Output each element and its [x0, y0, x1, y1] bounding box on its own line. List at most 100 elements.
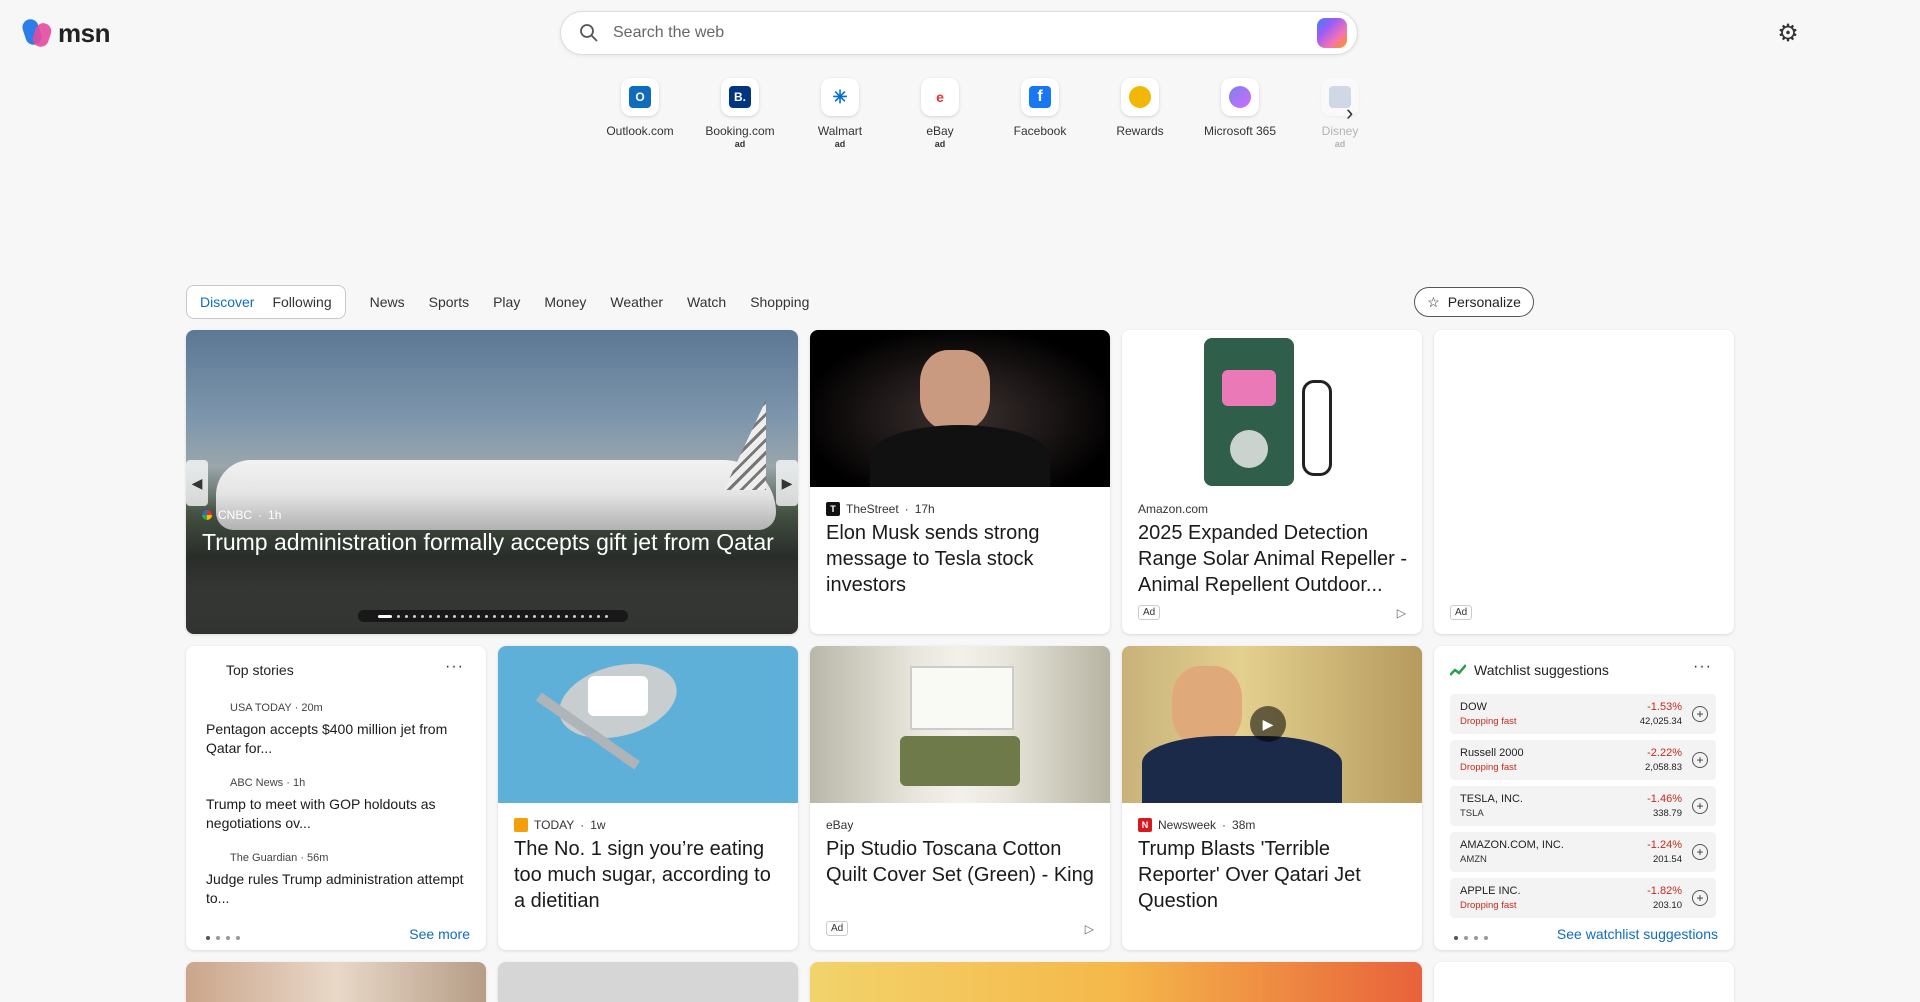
settings-gear-icon[interactable]: ⚙ [1774, 20, 1802, 48]
ticker-value: 338.79 [1652, 808, 1682, 819]
tab-weather[interactable]: Weather [598, 294, 675, 310]
facebook-icon: f [1021, 78, 1059, 116]
top-story-source: USA TODAY · 20m [230, 702, 323, 714]
tab-play[interactable]: Play [481, 294, 532, 310]
hero-carousel-card[interactable]: ◀ ▶ CNBC · 1h Trump administration forma… [186, 330, 798, 634]
add-to-watchlist-icon[interactable]: + [1692, 706, 1708, 722]
sparkle-star-icon: ☆ [1427, 293, 1440, 310]
next-row-card[interactable] [1434, 962, 1734, 1002]
see-watchlist-link[interactable]: See watchlist suggestions [1557, 926, 1718, 942]
shortcut-label: Outlook.com [606, 124, 674, 138]
more-options-icon[interactable]: ··· [445, 658, 464, 676]
tab-news[interactable]: News [358, 294, 417, 310]
story-headline[interactable]: Elon Musk sends strong message to Tesla … [826, 520, 1098, 598]
top-story-item[interactable]: ABC News · 1h Trump to meet with GOP hol… [206, 777, 466, 833]
add-to-watchlist-icon[interactable]: + [1692, 844, 1708, 860]
next-row-card[interactable] [186, 962, 486, 1002]
copilot-icon[interactable] [1317, 18, 1347, 48]
add-to-watchlist-icon[interactable]: + [1692, 752, 1708, 768]
shortcut-ad-tag: ad [1334, 139, 1346, 149]
shortcut-microsoft-365[interactable]: Microsoft 365 [1190, 78, 1290, 149]
watchlist-card: Watchlist suggestions ··· DOW Dropping f… [1434, 646, 1734, 950]
story-headline[interactable]: 2025 Expanded Detection Range Solar Anim… [1138, 520, 1410, 598]
story-card[interactable]: TODAY · 1w The No. 1 sign you’re eating … [498, 646, 798, 950]
story-image [810, 330, 1110, 487]
outlook-icon: O [621, 78, 659, 116]
ticker-change: -2.22% [1647, 747, 1682, 759]
story-headline[interactable]: The No. 1 sign you’re eating too much su… [514, 836, 786, 914]
ad-choices-icon[interactable]: ▷ [1085, 922, 1094, 936]
more-options-icon[interactable]: ··· [1693, 658, 1712, 676]
shortcut-ebay[interactable]: e eBay ad [890, 78, 990, 149]
shortcut-outlook[interactable]: O Outlook.com [590, 78, 690, 149]
top-story-item[interactable]: USA TODAY · 20m Pentagon accepts $400 mi… [206, 702, 466, 758]
shortcut-booking[interactable]: B. Booking.com ad [690, 78, 790, 149]
story-image [498, 646, 798, 803]
microsoft-365-icon [1221, 78, 1259, 116]
top-story-item[interactable]: The Guardian · 56m Judge rules Trump adm… [206, 852, 466, 908]
top-stories-card: Top stories ··· USA TODAY · 20m Pentagon… [186, 646, 486, 950]
ad-badge: Ad [826, 921, 849, 936]
cnbc-peacock-icon [202, 510, 212, 520]
shortcut-disney[interactable]: Disney ad [1290, 78, 1390, 149]
hero-headline[interactable]: Trump administration formally accepts gi… [202, 526, 782, 558]
add-to-watchlist-icon[interactable]: + [1692, 890, 1708, 906]
story-headline[interactable]: Pip Studio Toscana Cotton Quilt Cover Se… [826, 836, 1098, 888]
shortcuts-next-chevron-icon[interactable]: › [1346, 100, 1353, 126]
shortcut-bar: O Outlook.com B. Booking.com ad ✳ Walmar… [590, 78, 1390, 149]
shortcut-label: Booking.com [705, 124, 775, 138]
ticker-sub: TSLA [1460, 808, 1484, 819]
ad-card[interactable]: eBay Pip Studio Toscana Cotton Quilt Cov… [810, 646, 1110, 950]
carousel-next-icon[interactable]: ▶ [776, 460, 798, 506]
watchlist-row[interactable]: Russell 2000 Dropping fast -2.22% 2,058.… [1450, 740, 1716, 780]
msn-logo[interactable]: msn [20, 16, 110, 49]
shortcut-facebook[interactable]: f Facebook [990, 78, 1090, 149]
tab-sports[interactable]: Sports [417, 294, 481, 310]
hero-source-name: CNBC [218, 508, 253, 522]
carousel-pager[interactable] [358, 610, 628, 622]
story-headline[interactable]: Trump Blasts 'Terrible Reporter' Over Qa… [1138, 836, 1410, 914]
shortcut-label: Disney [1321, 124, 1359, 138]
video-story-card[interactable]: ▶ N Newsweek · 38m Trump Blasts 'Terribl… [1122, 646, 1422, 950]
story-card[interactable]: T TheStreet · 17h Elon Musk sends strong… [810, 330, 1110, 634]
shortcut-walmart[interactable]: ✳ Walmart ad [790, 78, 890, 149]
story-time: 1w [590, 818, 606, 832]
top-stories-pager[interactable] [206, 936, 240, 940]
watchlist-pager[interactable] [1454, 936, 1488, 940]
ad-choices-icon[interactable]: ▷ [1397, 606, 1406, 620]
product-image [810, 646, 1110, 803]
ad-card[interactable]: Amazon.com 2025 Expanded Detection Range… [1122, 330, 1422, 634]
tab-following[interactable]: Following [263, 294, 340, 310]
personalize-button[interactable]: ☆ Personalize [1414, 287, 1534, 317]
play-icon[interactable]: ▶ [1250, 706, 1286, 742]
watchlist-row[interactable]: DOW Dropping fast -1.53% 42,025.34 + [1450, 694, 1716, 734]
shortcut-ad-tag: ad [834, 139, 846, 149]
tab-discover[interactable]: Discover [191, 294, 263, 310]
ticker-sub: Dropping fast [1460, 762, 1517, 773]
feed-nav: Discover Following News Sports Play Mone… [186, 285, 821, 319]
see-more-link[interactable]: See more [409, 926, 470, 942]
next-row-card[interactable] [498, 962, 798, 1002]
ticker-change: -1.46% [1647, 793, 1682, 805]
story-meta: Amazon.com [1138, 502, 1208, 516]
weather-map-card[interactable] [810, 962, 1422, 1002]
watchlist-row[interactable]: APPLE INC. Dropping fast -1.82% 203.10 + [1450, 878, 1716, 918]
ad-badge: Ad [1450, 605, 1473, 620]
watchlist-row[interactable]: AMAZON.COM, INC. AMZN -1.24% 201.54 + [1450, 832, 1716, 872]
ad-placeholder-card[interactable]: Ad [1434, 330, 1734, 634]
stock-trend-icon [1450, 664, 1466, 676]
shortcut-label: Facebook [1013, 124, 1067, 138]
ad-badge: Ad [1138, 605, 1161, 620]
watchlist-row[interactable]: TESLA, INC. TSLA -1.46% 338.79 + [1450, 786, 1716, 826]
tab-money[interactable]: Money [532, 294, 598, 310]
ticker-name: Russell 2000 [1460, 747, 1524, 759]
shortcut-rewards[interactable]: Rewards [1090, 78, 1190, 149]
search-input[interactable] [611, 23, 1317, 43]
tab-shopping[interactable]: Shopping [738, 294, 821, 310]
carousel-prev-icon[interactable]: ◀ [186, 460, 208, 506]
search-icon [567, 23, 611, 43]
add-to-watchlist-icon[interactable]: + [1692, 798, 1708, 814]
tab-watch[interactable]: Watch [675, 294, 738, 310]
newsweek-logo-icon: N [1138, 818, 1152, 832]
search-bar[interactable] [560, 11, 1358, 55]
